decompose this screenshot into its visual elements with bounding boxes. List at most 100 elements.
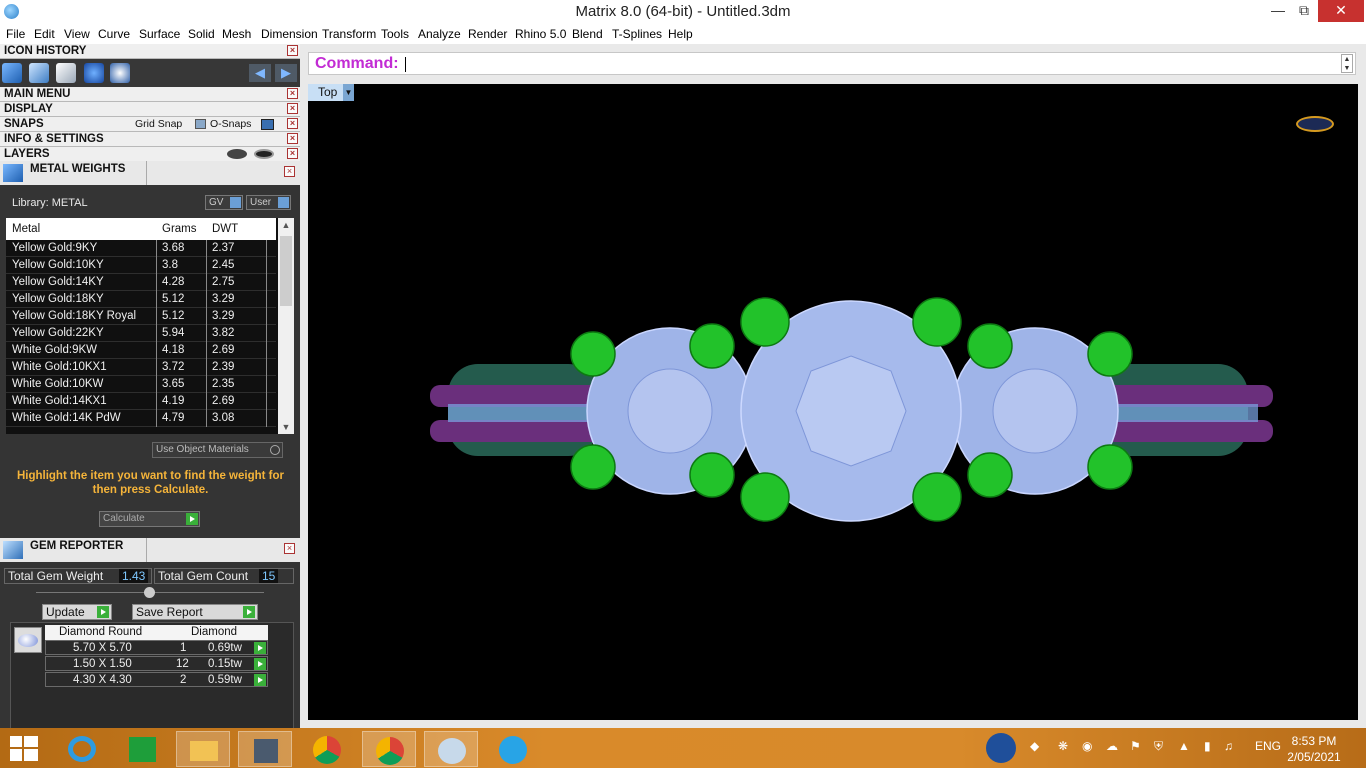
menu-tools[interactable]: Tools xyxy=(381,27,409,41)
main-menu-header[interactable]: MAIN MENU × xyxy=(0,87,300,102)
gv-toggle[interactable]: GV xyxy=(205,195,243,210)
close-button[interactable]: ✕ xyxy=(1318,0,1364,22)
matrix-app-icon[interactable] xyxy=(238,731,292,767)
splitter-handle[interactable] xyxy=(144,587,155,598)
use-object-materials-toggle[interactable]: Use Object Materials xyxy=(152,442,283,458)
battery-icon[interactable]: ▮ xyxy=(1204,739,1211,753)
column-grams[interactable]: Grams xyxy=(162,223,197,235)
close-icon[interactable]: × xyxy=(287,45,298,56)
chrome-icon[interactable] xyxy=(362,731,416,767)
column-dwt[interactable]: DWT xyxy=(212,223,238,235)
menu-mesh[interactable]: Mesh xyxy=(222,27,251,41)
gv-checkbox[interactable] xyxy=(230,197,241,208)
use-object-materials-radio[interactable] xyxy=(270,445,280,455)
menu-blend[interactable]: Blend xyxy=(572,27,603,41)
calculate-button[interactable]: Calculate xyxy=(99,511,200,527)
close-icon[interactable]: × xyxy=(287,118,298,129)
table-row[interactable]: 1.50 X 1.50 12 0.15tw xyxy=(45,656,268,671)
close-icon[interactable]: × xyxy=(287,133,298,144)
navigation-gizmo-icon[interactable] xyxy=(1296,116,1334,132)
scroll-thumb[interactable] xyxy=(280,236,292,306)
language-indicator[interactable]: ENG xyxy=(1255,739,1281,753)
table-row[interactable]: White Gold:9KW 4.18 2.69 xyxy=(6,342,276,359)
menu-view[interactable]: View xyxy=(64,27,90,41)
settings-tool-icon[interactable] xyxy=(110,63,130,83)
command-input-caret[interactable] xyxy=(405,57,406,72)
close-icon[interactable]: × xyxy=(287,88,298,99)
chrome-icon[interactable] xyxy=(300,731,354,767)
command-bar[interactable]: Command: ▲ ▼ xyxy=(308,52,1356,75)
menu-help[interactable]: Help xyxy=(668,27,693,41)
cloud-icon[interactable]: ☁ xyxy=(1106,739,1118,753)
help-icon[interactable] xyxy=(986,733,1016,763)
info-settings-header[interactable]: INFO & SETTINGS × xyxy=(0,132,300,147)
table-row[interactable]: Yellow Gold:9KY 3.68 2.37 xyxy=(6,240,276,257)
table-row[interactable]: Yellow Gold:18KY Royal 5.12 3.29 xyxy=(6,308,276,325)
menu-curve[interactable]: Curve xyxy=(98,27,130,41)
grid-snap-checkbox[interactable] xyxy=(195,119,206,129)
internet-explorer-icon[interactable] xyxy=(56,731,110,767)
menu-tsplines[interactable]: T-Splines xyxy=(612,27,662,41)
osnaps-checkbox[interactable] xyxy=(261,119,274,130)
gem-tool-icon[interactable] xyxy=(84,63,104,83)
beats-icon[interactable]: ◉ xyxy=(1082,739,1092,753)
scroll-down-icon[interactable]: ▼ xyxy=(278,420,294,434)
user-checkbox[interactable] xyxy=(278,197,289,208)
grid-snap-toggle[interactable]: Grid Snap xyxy=(135,117,182,131)
layer-visibility-icon[interactable] xyxy=(227,149,247,159)
play-icon[interactable] xyxy=(254,642,266,654)
eye-icon[interactable] xyxy=(254,149,274,159)
osnaps-toggle[interactable]: O-Snaps xyxy=(210,117,251,131)
table-row[interactable]: 5.70 X 5.70 1 0.69tw xyxy=(45,640,268,655)
table-row[interactable]: Yellow Gold:14KY 4.28 2.75 xyxy=(6,274,276,291)
scroll-up-icon[interactable]: ▲ xyxy=(278,218,294,232)
layers-header[interactable]: LAYERS × xyxy=(0,147,300,162)
start-icon[interactable] xyxy=(10,736,38,762)
update-button[interactable]: Update xyxy=(42,604,112,620)
volume-icon[interactable]: ♫ xyxy=(1224,739,1233,753)
clock[interactable]: 8:53 PM 2/05/2021 xyxy=(1284,733,1344,765)
table-row[interactable]: Yellow Gold:18KY 5.12 3.29 xyxy=(6,291,276,308)
render-tool-icon[interactable] xyxy=(29,63,49,83)
save-report-button[interactable]: Save Report xyxy=(132,604,258,620)
wifi-icon[interactable]: ▲ xyxy=(1178,739,1190,753)
close-icon[interactable]: × xyxy=(284,543,295,554)
table-row[interactable]: White Gold:14KX1 4.19 2.69 xyxy=(6,393,276,410)
table-row[interactable]: 4.30 X 4.30 2 0.59tw xyxy=(45,672,268,687)
v8-app-icon[interactable] xyxy=(486,731,540,767)
menu-surface[interactable]: Surface xyxy=(139,27,180,41)
shield-icon[interactable]: ⛨ xyxy=(1154,739,1163,754)
document-tool-icon[interactable] xyxy=(56,63,76,83)
menu-file[interactable]: File xyxy=(6,27,25,41)
history-back-icon[interactable]: ◀ xyxy=(249,64,271,82)
flag-icon[interactable]: ⚑ xyxy=(1130,739,1141,753)
file-explorer-icon[interactable] xyxy=(176,731,230,767)
matrix-tool-icon[interactable] xyxy=(2,63,22,83)
user-toggle[interactable]: User xyxy=(246,195,291,210)
table-row[interactable]: Yellow Gold:10KY 3.8 2.45 xyxy=(6,257,276,274)
column-metal[interactable]: Metal xyxy=(12,223,40,235)
close-icon[interactable]: × xyxy=(284,166,295,177)
play-icon[interactable] xyxy=(254,674,266,686)
play-icon[interactable] xyxy=(254,658,266,670)
settings-tray-icon[interactable]: ❋ xyxy=(1058,739,1068,753)
menu-solid[interactable]: Solid xyxy=(188,27,215,41)
metal-table-scrollbar[interactable]: ▲ ▼ xyxy=(278,218,294,434)
menu-render[interactable]: Render xyxy=(468,27,507,41)
close-icon[interactable]: × xyxy=(287,103,298,114)
store-icon[interactable] xyxy=(116,731,170,767)
display-header[interactable]: DISPLAY × xyxy=(0,102,300,117)
network-icon[interactable]: ◆ xyxy=(1030,739,1039,753)
table-row[interactable]: White Gold:10KW 3.65 2.35 xyxy=(6,376,276,393)
icon-history-header[interactable]: ICON HISTORY × xyxy=(0,44,300,59)
menu-edit[interactable]: Edit xyxy=(34,27,55,41)
command-history-spinner[interactable]: ▲ ▼ xyxy=(1341,54,1353,73)
table-row[interactable]: White Gold:14K PdW 4.79 3.08 xyxy=(6,410,276,427)
top-viewport[interactable]: Top ▼ xyxy=(308,84,1358,720)
menu-analyze[interactable]: Analyze xyxy=(418,27,461,41)
close-icon[interactable]: × xyxy=(287,148,298,159)
snaps-header[interactable]: SNAPS Grid Snap O-Snaps × xyxy=(0,117,300,132)
menu-transform[interactable]: Transform xyxy=(322,27,376,41)
table-row[interactable]: Yellow Gold:22KY 5.94 3.82 xyxy=(6,325,276,342)
menu-dimension[interactable]: Dimension xyxy=(261,27,318,41)
